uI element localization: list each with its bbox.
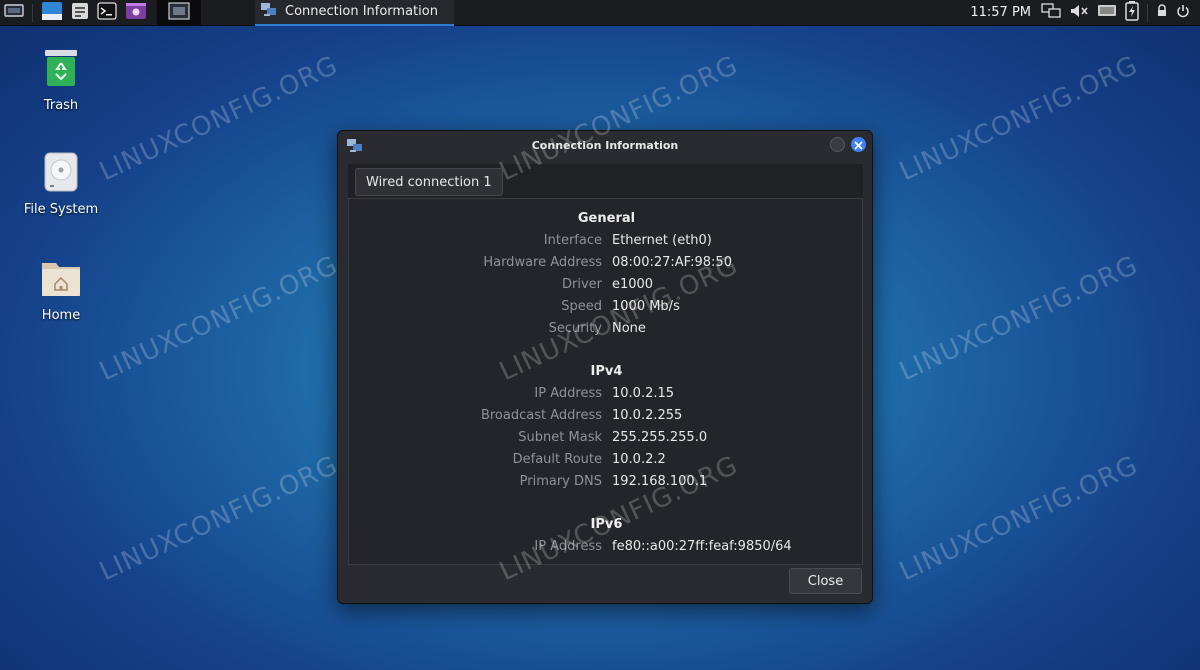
detail-value: 08:00:27:AF:98:50 bbox=[612, 255, 732, 270]
detail-value: 1000 Mb/s bbox=[612, 299, 680, 314]
show-desktop-button[interactable] bbox=[0, 0, 28, 26]
detail-key: Speed bbox=[561, 299, 602, 314]
detail-value: 192.168.100.1 bbox=[612, 474, 708, 489]
desktop-icon-label: Home bbox=[41, 308, 81, 323]
detail-key: Driver bbox=[561, 277, 602, 292]
section-title-general: General bbox=[577, 211, 636, 226]
hard-drive-icon bbox=[44, 152, 78, 196]
detail-value: e1000 bbox=[612, 277, 654, 292]
desktop-icon-label: Trash bbox=[43, 98, 79, 113]
detail-row: Speed 1000 Mb/s bbox=[349, 299, 862, 319]
watermark: LINUXCONFIG.ORG bbox=[895, 250, 1143, 388]
software-center-icon bbox=[71, 2, 89, 24]
section-title-ipv6: IPv6 bbox=[590, 517, 623, 532]
desktop-icon-label: File System bbox=[23, 202, 99, 217]
workspace-switcher[interactable] bbox=[157, 0, 201, 26]
minimize-button[interactable] bbox=[830, 137, 845, 152]
detail-value: 10.0.2.15 bbox=[612, 386, 675, 401]
connection-tabs: Wired connection 1 bbox=[348, 164, 863, 198]
detail-row: Subnet Mask 255.255.255.0 bbox=[349, 430, 862, 450]
logout-button[interactable] bbox=[1172, 0, 1194, 26]
launcher-software[interactable] bbox=[67, 0, 93, 26]
trash-icon bbox=[43, 48, 79, 92]
detail-key: Broadcast Address bbox=[480, 408, 602, 423]
detail-key: IP Address bbox=[534, 386, 602, 401]
battery-charging-icon bbox=[1125, 0, 1139, 25]
connection-details: General Interface Ethernet (eth0) Hardwar… bbox=[348, 198, 863, 565]
detail-value: Ethernet (eth0) bbox=[612, 233, 712, 248]
taskbar-item-label: Connection Information bbox=[285, 4, 438, 19]
battery-button[interactable] bbox=[1121, 0, 1143, 26]
volume-button[interactable] bbox=[1065, 0, 1093, 26]
dialog-titlebar[interactable]: Connection Information bbox=[338, 131, 872, 159]
watermark: LINUXCONFIG.ORG bbox=[95, 50, 343, 188]
watermark: LINUXCONFIG.ORG bbox=[95, 450, 343, 588]
lock-icon bbox=[1156, 3, 1168, 22]
system-tray: 11:57 PM bbox=[964, 0, 1200, 26]
detail-row: Broadcast Address 10.0.2.255 bbox=[349, 408, 862, 428]
launcher-media[interactable] bbox=[121, 0, 151, 26]
detail-key: IP Address bbox=[534, 539, 602, 554]
display-button[interactable] bbox=[1093, 0, 1121, 26]
detail-value: None bbox=[612, 321, 646, 336]
close-window-button[interactable] bbox=[851, 137, 866, 152]
detail-row: Hardware Address 08:00:27:AF:98:50 bbox=[349, 255, 862, 275]
display-icon bbox=[1097, 3, 1117, 23]
watermark: LINUXCONFIG.ORG bbox=[95, 250, 343, 388]
detail-row: Default Route 10.0.2.2 bbox=[349, 452, 862, 472]
tab-wired-connection-1[interactable]: Wired connection 1 bbox=[355, 168, 503, 196]
detail-row: Primary DNS 192.168.100.1 bbox=[349, 474, 862, 494]
volume-muted-icon bbox=[1069, 2, 1089, 24]
launcher-terminal[interactable] bbox=[93, 0, 121, 26]
network-icon bbox=[261, 2, 277, 21]
panel-separator bbox=[1147, 3, 1148, 22]
lock-screen-button[interactable] bbox=[1152, 0, 1172, 26]
desktop-icon bbox=[4, 3, 24, 23]
clock[interactable]: 11:57 PM bbox=[964, 5, 1037, 20]
detail-row: Security None bbox=[349, 321, 862, 341]
power-icon bbox=[1176, 3, 1190, 22]
detail-key: Subnet Mask bbox=[518, 430, 602, 445]
terminal-icon bbox=[97, 1, 117, 24]
section-title-ipv4: IPv4 bbox=[590, 364, 623, 379]
detail-key: Security bbox=[548, 321, 602, 336]
desktop-icon-trash[interactable]: Trash bbox=[13, 48, 109, 113]
home-folder-icon bbox=[41, 258, 81, 302]
detail-value: fe80::a00:27ff:feaf:9850/64 bbox=[612, 539, 792, 554]
panel-separator bbox=[32, 3, 33, 22]
detail-key: Primary DNS bbox=[519, 474, 602, 489]
watermark: LINUXCONFIG.ORG bbox=[895, 50, 1143, 188]
detail-row: Driver e1000 bbox=[349, 277, 862, 297]
detail-row: IP Address 10.0.2.15 bbox=[349, 386, 862, 406]
dialog-title: Connection Information bbox=[531, 138, 679, 152]
desktop-icon-file-system[interactable]: File System bbox=[13, 152, 109, 217]
close-button[interactable]: Close bbox=[789, 568, 862, 594]
desktop-icon-home[interactable]: Home bbox=[13, 258, 109, 323]
top-panel: Connection Information 11:57 PM bbox=[0, 0, 1200, 26]
network-tray-button[interactable] bbox=[1037, 0, 1065, 26]
detail-value: 10.0.2.255 bbox=[612, 408, 683, 423]
close-icon bbox=[854, 135, 863, 154]
workspace-icon bbox=[168, 1, 190, 24]
detail-key: Default Route bbox=[512, 452, 602, 467]
taskbar-item-connection-info[interactable]: Connection Information bbox=[255, 0, 454, 26]
detail-value: 10.0.2.2 bbox=[612, 452, 666, 467]
detail-row: IP Address fe80::a00:27ff:feaf:9850/64 bbox=[349, 539, 862, 559]
connection-info-dialog: Connection Information Wired connection … bbox=[337, 130, 873, 604]
detail-key: Hardware Address bbox=[483, 255, 602, 270]
detail-row: Interface Ethernet (eth0) bbox=[349, 233, 862, 253]
launcher-file-manager[interactable] bbox=[37, 0, 67, 26]
detail-value: 255.255.255.0 bbox=[612, 430, 708, 445]
media-player-icon bbox=[125, 2, 147, 24]
file-manager-icon bbox=[41, 1, 63, 25]
watermark: LINUXCONFIG.ORG bbox=[895, 450, 1143, 588]
detail-key: Interface bbox=[543, 233, 602, 248]
network-tray-icon bbox=[1041, 2, 1061, 24]
